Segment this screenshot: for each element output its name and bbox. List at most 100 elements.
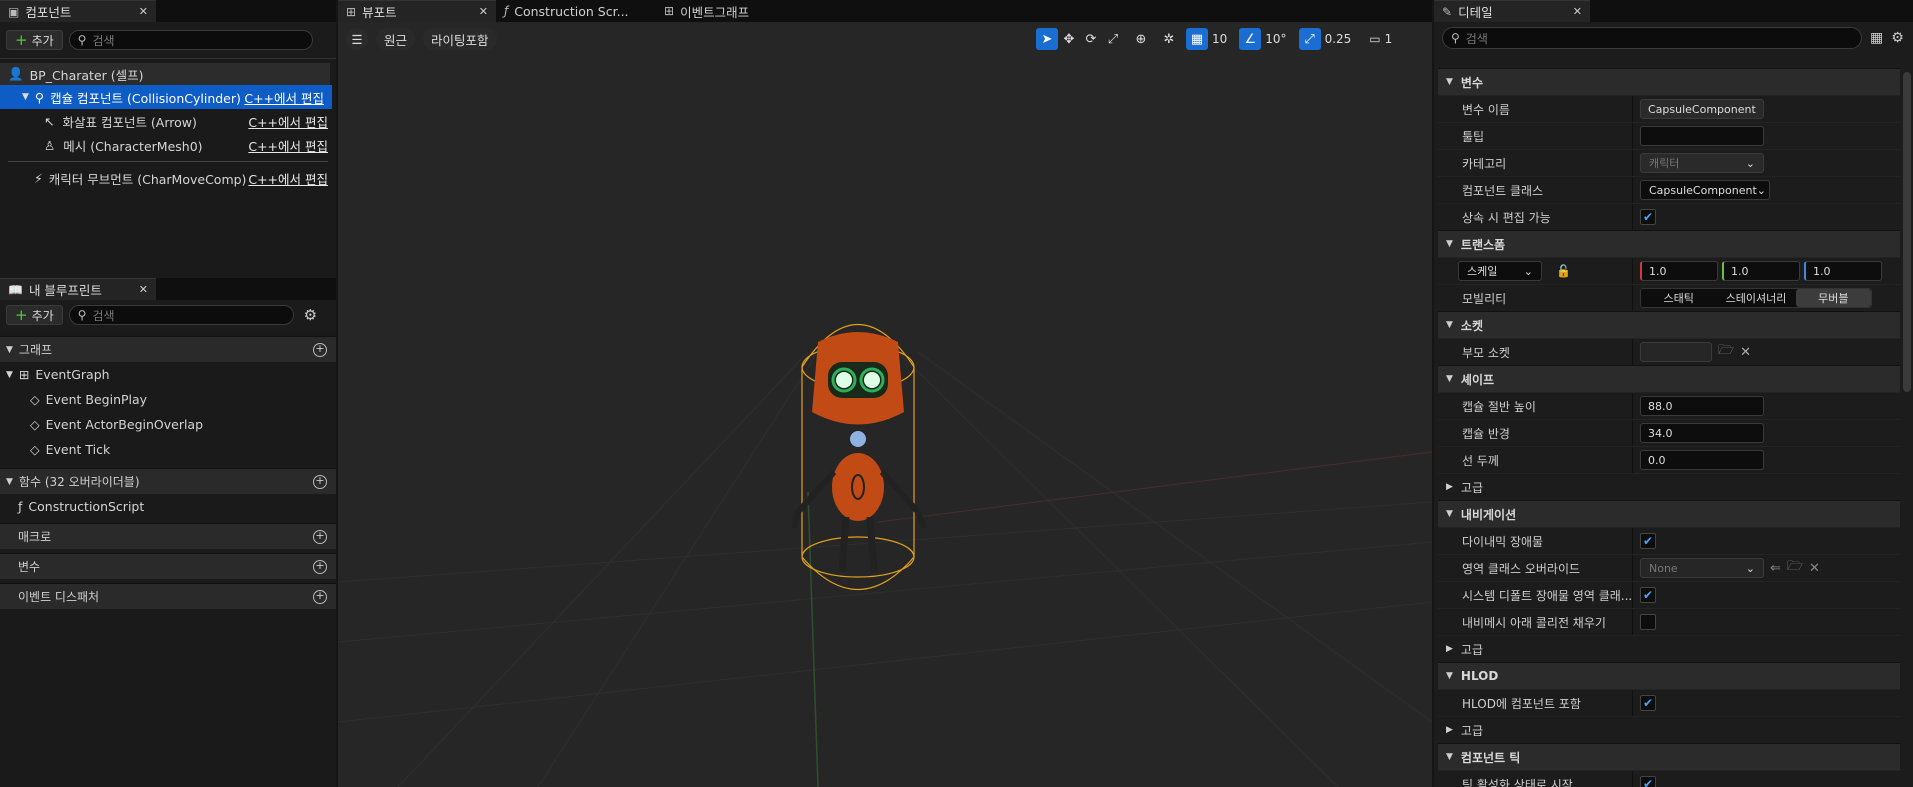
scale-x-input[interactable]: 1.0 xyxy=(1640,261,1718,281)
tab-my-blueprint[interactable]: 📖 내 블루프린트 ✕ xyxy=(0,278,156,300)
browse-folder-icon[interactable]: 🗁 xyxy=(1718,341,1734,363)
close-icon[interactable]: ✕ xyxy=(471,5,488,18)
collapse-icon[interactable]: ▼ xyxy=(1446,320,1453,330)
settings-gear-icon[interactable]: ⚙ xyxy=(304,306,317,324)
section-hlod[interactable]: ▼ HLOD xyxy=(1438,662,1900,689)
details-search-input[interactable]: ⚲ 검색 xyxy=(1442,27,1862,49)
collapse-icon[interactable]: ▼ xyxy=(6,370,13,380)
add-circle-icon[interactable]: + xyxy=(313,342,327,357)
collapse-icon[interactable]: ▼ xyxy=(1446,239,1453,249)
mobility-static[interactable]: 스태틱 xyxy=(1641,289,1716,307)
collapse-icon[interactable]: ▼ xyxy=(1446,77,1453,87)
tree-item-arrow[interactable]: ↖ 화살표 컴포넌트 (Arrow) C++에서 편집 xyxy=(0,109,336,133)
edit-in-cpp-link[interactable]: C++에서 편집 xyxy=(244,88,324,107)
tree-item-mesh[interactable]: ♙ 메시 (CharacterMesh0) C++에서 편집 xyxy=(0,133,336,157)
world-local-icon[interactable]: ⊕ xyxy=(1130,28,1152,50)
add-component-button[interactable]: + 추가 xyxy=(6,30,63,50)
shape-advanced-toggle[interactable]: ▶ 고급 xyxy=(1438,473,1900,500)
mobility-stationary[interactable]: 스테이셔너리 xyxy=(1716,289,1795,307)
scale-y-input[interactable]: 1.0 xyxy=(1722,261,1800,281)
line-thickness-input[interactable]: 0.0 xyxy=(1640,450,1764,470)
section-transform[interactable]: ▼ 트랜스폼 xyxy=(1438,230,1900,257)
mobility-movable[interactable]: 무버블 xyxy=(1795,289,1871,307)
edit-in-cpp-link[interactable]: C++에서 편집 xyxy=(248,136,328,155)
editable-inherit-checkbox[interactable]: ✔ xyxy=(1640,209,1656,225)
half-height-input[interactable]: 88.0 xyxy=(1640,396,1764,416)
graphs-category[interactable]: ▼ 그래프 + xyxy=(0,336,336,362)
hlod-advanced-toggle[interactable]: ▶ 고급 xyxy=(1438,716,1900,743)
tick-start-checkbox[interactable]: ✔ xyxy=(1640,776,1656,787)
tree-root[interactable]: 👤 BP_Charater (셀프) xyxy=(0,63,330,85)
collapse-icon[interactable]: ▼ xyxy=(1446,509,1453,519)
tab-components[interactable]: ▣ 컴포넌트 ✕ xyxy=(0,0,156,22)
viewport-canvas[interactable]: ☰ 원근 라이팅포함 ➤ ✥ ⟳ ⤢ ⊕ ✲ ▦ 10 ∠ 10° ⤢ 0.25… xyxy=(338,22,1432,787)
section-sockets[interactable]: ▼ 소켓 xyxy=(1438,311,1900,338)
edit-in-cpp-link[interactable]: C++에서 편집 xyxy=(248,112,328,131)
scale-snap[interactable]: ⤢ 0.25 xyxy=(1298,28,1358,50)
tab-viewport[interactable]: ⊞ 뷰포트 ✕ xyxy=(338,0,496,22)
event-item[interactable]: ◇ Event ActorBeginOverlap xyxy=(0,412,336,437)
details-scrollbar[interactable] xyxy=(1903,72,1911,392)
hamburger-menu-icon[interactable]: ☰ xyxy=(346,28,368,50)
grid-snap[interactable]: ▦ 10 xyxy=(1186,28,1234,50)
event-item[interactable]: ◇ Event Tick xyxy=(0,437,336,462)
add-circle-icon[interactable]: + xyxy=(313,589,327,604)
add-member-button[interactable]: + 추가 xyxy=(6,305,63,325)
clear-icon[interactable]: ✕ xyxy=(1740,345,1751,360)
close-icon[interactable]: ✕ xyxy=(131,5,148,18)
move-icon[interactable]: ✥ xyxy=(1058,28,1080,50)
hlod-include-checkbox[interactable]: ✔ xyxy=(1640,695,1656,711)
lighting-mode-button[interactable]: 라이팅포함 xyxy=(423,28,497,50)
add-circle-icon[interactable]: + xyxy=(313,474,327,489)
perspective-button[interactable]: 원근 xyxy=(376,28,416,50)
select-cursor-icon[interactable]: ➤ xyxy=(1036,28,1058,50)
collapse-icon[interactable]: ▼ xyxy=(6,345,13,355)
dispatchers-category[interactable]: 이벤트 디스패처 + xyxy=(0,583,336,609)
collapse-icon[interactable]: ▼ xyxy=(1446,752,1453,762)
clear-icon[interactable]: ✕ xyxy=(1809,561,1820,576)
components-search-input[interactable]: ⚲ 검색 xyxy=(68,30,313,50)
scale-icon[interactable]: ⤢ xyxy=(1102,28,1124,50)
use-selected-icon[interactable]: ⇐ xyxy=(1770,561,1781,576)
browse-folder-icon[interactable]: 🗁 xyxy=(1787,557,1803,579)
radius-input[interactable]: 34.0 xyxy=(1640,423,1764,443)
rotation-snap[interactable]: ∠ 10° xyxy=(1239,28,1293,50)
add-circle-icon[interactable]: + xyxy=(313,529,327,544)
surface-snap-icon[interactable]: ✲ xyxy=(1158,28,1180,50)
event-item[interactable]: ◇ Event BeginPlay xyxy=(0,387,336,412)
category-combo[interactable]: 캐릭터 ⌄ xyxy=(1640,153,1764,173)
variables-category[interactable]: 변수 + xyxy=(0,553,336,579)
rotate-icon[interactable]: ⟳ xyxy=(1080,28,1102,50)
component-class-combo[interactable]: CapsuleComponent ⌄ xyxy=(1640,180,1770,200)
dynamic-obstacle-checkbox[interactable]: ✔ xyxy=(1640,533,1656,549)
collapse-icon[interactable]: ▼ xyxy=(1446,671,1453,681)
event-graph-item[interactable]: ▼ ⊞ EventGraph xyxy=(0,362,336,387)
functions-category[interactable]: ▼ 함수 (32 오버라이더블) + xyxy=(0,468,336,494)
tab-event-graph[interactable]: ⊞ 이벤트그래프 xyxy=(656,0,796,22)
edit-in-cpp-link[interactable]: C++에서 편집 xyxy=(248,169,328,188)
section-component-tick[interactable]: ▼ 컴포넌트 틱 xyxy=(1438,743,1900,770)
settings-gear-icon[interactable]: ⚙ xyxy=(1891,30,1904,46)
camera-speed[interactable]: ▭ 1 xyxy=(1363,28,1399,50)
system-default-checkbox[interactable]: ✔ xyxy=(1640,587,1656,603)
character-mesh[interactable] xyxy=(758,312,958,612)
collapse-icon[interactable]: ▼ xyxy=(1446,374,1453,384)
macros-category[interactable]: 매크로 + xyxy=(0,523,336,549)
tree-item-capsule[interactable]: ▼ ⚲ 캡슐 컴포넌트 (CollisionCylinder) C++에서 편집 xyxy=(0,85,332,109)
table-view-icon[interactable]: ▦ xyxy=(1870,30,1883,46)
add-circle-icon[interactable]: + xyxy=(313,559,327,574)
collapse-icon[interactable]: ▼ xyxy=(6,477,13,487)
parent-socket-input[interactable] xyxy=(1640,342,1712,362)
section-variable[interactable]: ▼ 변수 xyxy=(1438,68,1900,95)
section-shape[interactable]: ▼ 셰이프 xyxy=(1438,365,1900,392)
close-icon[interactable]: ✕ xyxy=(1565,5,1582,18)
lock-icon[interactable]: 🔓 xyxy=(1556,264,1571,278)
fill-collision-checkbox[interactable] xyxy=(1640,614,1656,630)
collapse-icon[interactable]: ▼ xyxy=(22,92,29,102)
scale-z-input[interactable]: 1.0 xyxy=(1804,261,1882,281)
tab-construction-script[interactable]: ƒ Construction Scr... xyxy=(496,0,656,22)
blueprint-search-input[interactable]: ⚲ 검색 xyxy=(68,305,294,325)
tooltip-input[interactable] xyxy=(1640,126,1764,146)
tab-details[interactable]: ✎ 디테일 ✕ xyxy=(1434,0,1590,22)
variable-name-input[interactable]: CapsuleComponent xyxy=(1640,99,1764,119)
